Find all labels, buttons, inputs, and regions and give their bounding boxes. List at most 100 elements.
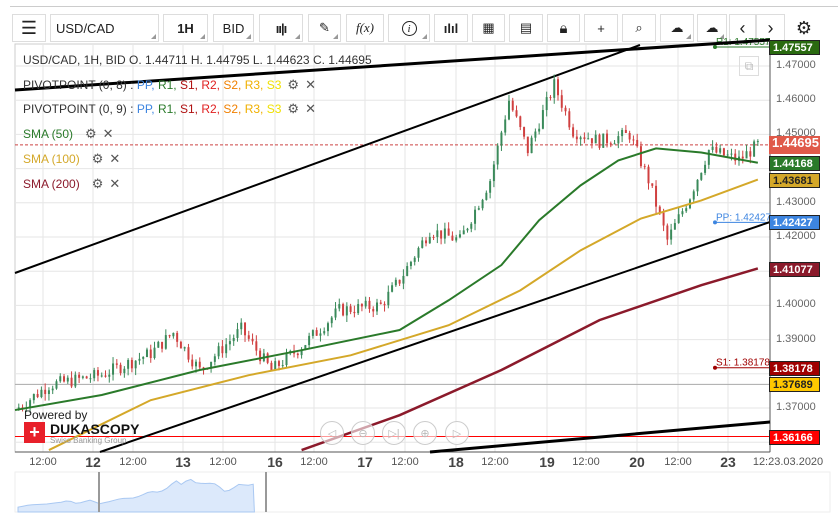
candle [70,377,73,387]
candle [85,376,88,379]
candle [568,111,571,128]
gear-icon[interactable]: ⚙ [85,126,97,142]
candle [179,341,182,349]
candle [130,359,133,369]
candle [368,300,371,309]
close-icon[interactable]: ✕ [109,151,120,167]
candle [413,257,416,262]
pivot-items: PP, R1, S1, R2, S2, R3, S3 [137,102,282,116]
candle [357,304,360,314]
price-tick: 1.37000 [776,401,816,413]
time-tick: 23 [720,454,736,470]
candle [530,137,533,154]
go-to-end-button[interactable]: ▷| [382,421,406,445]
candle [557,79,559,96]
time-tick: 17 [357,454,373,470]
candle [504,119,507,133]
candle [338,304,341,309]
pivot-item-s2: S2, [223,78,245,92]
time-tick: 12:00 [209,456,237,468]
close-icon[interactable]: ✕ [305,77,316,93]
zoom-out-icon: ⊖ [358,427,368,440]
pivot-item-r3: R3, [244,78,267,92]
candle [115,363,118,365]
candle [161,341,164,349]
candle [376,302,378,312]
candle [692,191,695,200]
candle [353,311,356,314]
candle [655,185,658,207]
price-tag: 1.42427 [769,215,820,231]
candle [440,230,443,239]
time-tick: 20 [629,454,645,470]
zoom-out-button[interactable]: ⊖ [351,421,375,445]
candle [447,228,450,236]
candle [553,79,556,98]
price-tag: 1.44168 [769,155,820,171]
candle [436,230,439,238]
candle [621,129,624,137]
candle [168,335,171,337]
candle [425,240,428,244]
candle [474,209,477,224]
candle [364,300,367,307]
gear-icon[interactable]: ⚙ [287,77,299,93]
pivot-item-r1: R1, [157,102,180,116]
candle [387,291,390,306]
candle [93,370,96,379]
candle [477,208,480,210]
scroll-left-button[interactable]: ◁ [320,421,344,445]
candle [481,199,484,209]
candle [153,347,156,359]
candle [315,330,318,336]
price-tag: 1.36166 [769,429,820,445]
pivot-item-s1: S1, [179,78,202,92]
candle [255,341,258,351]
gear-icon[interactable]: ⚙ [92,151,104,167]
candle [455,237,458,241]
candle [74,374,77,387]
candle [526,136,529,154]
candle [662,212,665,226]
pivot-item-s2: S2, [223,102,245,116]
close-icon[interactable]: ✕ [305,101,316,117]
candle [183,347,186,349]
price-tag: 1.47557 [769,39,820,55]
candle [707,149,710,165]
candle [745,151,748,159]
candle [432,236,435,238]
ohlc-legend: USD/CAD, 1H, BID O. 1.44711 H. 1.44795 L… [23,53,372,67]
price-tick: 1.42000 [776,230,816,242]
candle [277,361,280,366]
zoom-in-button[interactable]: ⊕ [413,421,437,445]
candle [519,116,522,128]
candle [609,143,612,145]
candle [681,211,684,215]
candle [421,240,424,248]
candle [587,138,590,140]
gear-icon[interactable]: ⚙ [287,101,299,117]
candle [334,308,337,318]
candle [383,303,386,306]
skip-end-icon: ▷| [388,427,400,440]
candle [379,302,382,304]
candle [47,390,50,395]
candle [138,358,141,361]
candle [127,359,130,369]
close-icon[interactable]: ✕ [109,176,120,192]
time-tick: 12:00 [481,456,509,468]
candle [32,394,35,401]
candle [541,110,544,129]
candle [647,166,650,184]
pivot-item-pp: PP, [136,102,158,116]
gear-icon[interactable]: ⚙ [92,176,104,192]
price-tick: 1.47000 [776,59,816,71]
scroll-right-button[interactable]: ▷ [445,421,469,445]
popout-button[interactable]: ⧉ [739,56,759,76]
time-tick: 12:00 [572,456,600,468]
sma50-legend: SMA (50) ⚙ ✕ [23,126,114,142]
candle [145,349,148,358]
sma100-legend: SMA (100) ⚙ ✕ [23,151,121,167]
candle [187,347,190,360]
close-icon[interactable]: ✕ [103,126,114,142]
